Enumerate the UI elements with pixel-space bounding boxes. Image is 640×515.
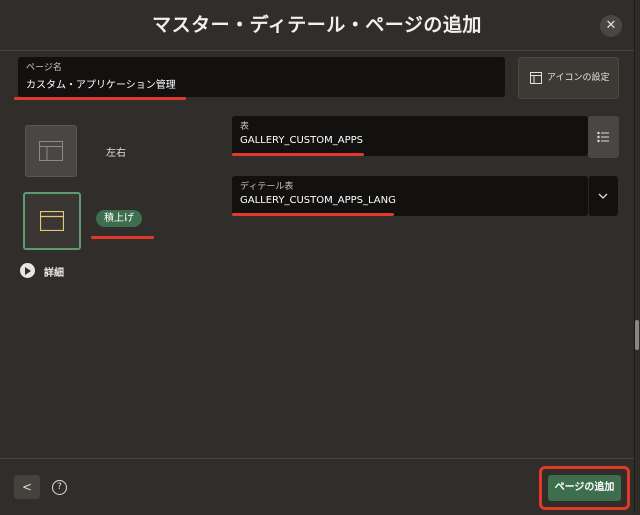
list-icon [597, 131, 609, 143]
help-icon: ? [57, 482, 62, 492]
layout-label-side-by-side[interactable]: 左右 [106, 144, 126, 159]
set-icon-label: アイコンの設定 [547, 73, 610, 83]
detail-table-value: GALLERY_CUSTOM_APPS_LANG [240, 195, 396, 206]
stacked-layout-icon [40, 211, 64, 231]
layout-label-stacked[interactable]: 積上げ [96, 210, 142, 227]
details-label: 詳細 [44, 268, 64, 279]
close-button[interactable]: ✕ [600, 15, 622, 37]
layout-tile-stacked[interactable] [23, 192, 81, 250]
detail-table-dropdown-button[interactable] [588, 176, 618, 216]
page-name-value: カスタム・アプリケーション管理 [26, 80, 176, 91]
stacked-underline [91, 236, 154, 239]
add-page-label: ページの追加 [554, 482, 615, 493]
detail-table-underline [232, 213, 394, 216]
page-name-underline [14, 97, 186, 100]
dialog-footer: < ? ページの追加 [0, 458, 634, 515]
table-list-button[interactable] [588, 116, 619, 158]
dialog-title: マスター・ディテール・ページの追加 [152, 14, 482, 36]
table-value: GALLERY_CUSTOM_APPS [240, 135, 363, 146]
layout-tile-side-by-side[interactable] [25, 125, 77, 177]
add-page-button[interactable]: ページの追加 [548, 475, 621, 501]
icon-picker-icon [530, 72, 542, 84]
set-icon-button[interactable]: アイコンの設定 [518, 57, 619, 99]
chevron-left-icon: < [21, 480, 33, 494]
back-button[interactable]: < [14, 475, 40, 499]
add-master-detail-page-dialog: マスター・ディテール・ページの追加 ✕ ページ名 カスタム・アプリケーション管理… [0, 0, 635, 514]
table-label: 表 [240, 122, 250, 132]
page-name-label: ページ名 [26, 63, 62, 73]
detail-table-select[interactable]: ディテール表 GALLERY_CUSTOM_APPS_LANG [232, 176, 588, 216]
chevron-down-icon [598, 193, 608, 199]
help-button[interactable]: ? [52, 480, 67, 495]
expand-arrow-icon [20, 263, 35, 278]
details-toggle[interactable]: 詳細 [20, 262, 80, 280]
scrollbar-thumb[interactable] [635, 320, 639, 350]
detail-table-label: ディテール表 [240, 182, 294, 192]
dialog-titlebar: マスター・ディテール・ページの追加 ✕ [0, 0, 634, 51]
table-field[interactable]: 表 GALLERY_CUSTOM_APPS [232, 116, 588, 156]
side-by-side-layout-icon [39, 141, 63, 161]
close-icon: ✕ [605, 18, 617, 33]
table-underline [232, 153, 364, 156]
page-name-field[interactable]: ページ名 カスタム・アプリケーション管理 [18, 57, 505, 97]
